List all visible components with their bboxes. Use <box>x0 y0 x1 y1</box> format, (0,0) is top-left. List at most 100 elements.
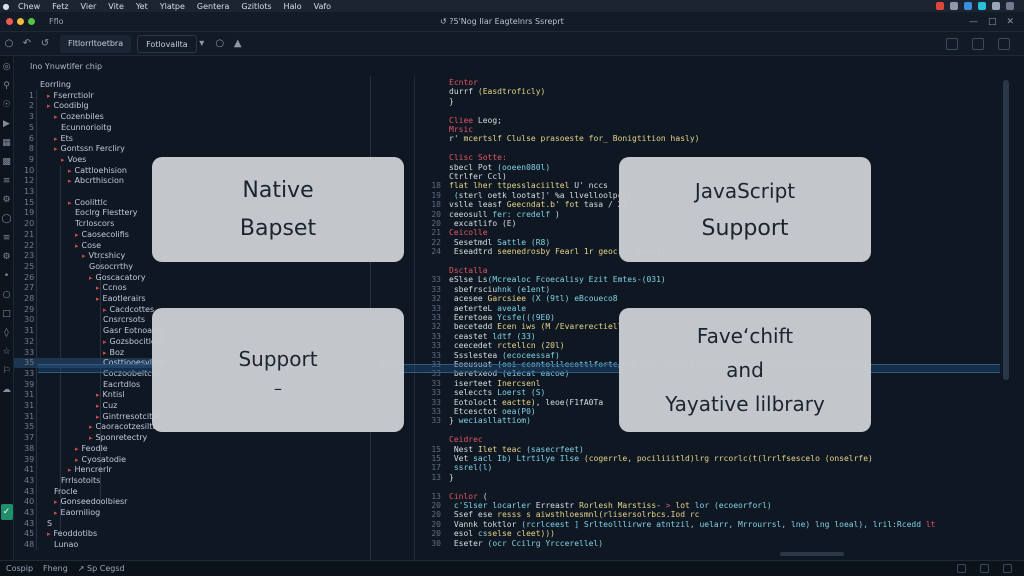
menu-item-1[interactable]: Fetz <box>46 2 74 11</box>
circle-icon[interactable]: ○ <box>211 38 229 49</box>
cloud-icon[interactable]: ☁ <box>2 385 11 395</box>
source-control-icon[interactable]: ☉ <box>2 100 10 110</box>
chevron-right-icon[interactable]: ▸ <box>75 456 79 464</box>
chevron-down-icon[interactable]: ▾ <box>193 38 211 49</box>
tree-item[interactable]: 5 Ecunnorioitg <box>14 123 400 133</box>
tree-item[interactable]: 6 ▸ Ets <box>14 134 400 144</box>
arrow-up-icon[interactable]: ▲ <box>229 38 247 49</box>
tree-item[interactable]: 8 ▸ Gontssn Fercliry <box>14 144 400 154</box>
debug-icon[interactable]: ▶ <box>3 119 10 129</box>
tree-item[interactable]: 37 ▸ Sponretectry <box>14 433 400 443</box>
menu-item-6[interactable]: Gentera <box>191 2 235 11</box>
checkmark-icon[interactable]: ✓ <box>0 504 13 520</box>
extensions-icon[interactable]: ▦ <box>2 138 11 148</box>
tab-secondary[interactable]: Fotlovallta <box>137 34 197 53</box>
chevron-right-icon[interactable]: ▸ <box>54 145 58 153</box>
window-max-icon[interactable]: □ <box>988 17 997 27</box>
menu-item-8[interactable]: Halo <box>278 2 308 11</box>
window-close-icon[interactable]: ✕ <box>1006 17 1014 27</box>
tray-red-icon[interactable] <box>936 2 944 10</box>
tree-item[interactable]: 27 ▸ Ccnos <box>14 283 400 293</box>
tree-item[interactable]: 38 ▸ Feodle <box>14 444 400 454</box>
notifications-icon[interactable] <box>957 564 966 573</box>
status-item-0[interactable]: Cospip <box>6 564 33 573</box>
chevron-right-icon[interactable]: ▸ <box>54 498 58 506</box>
chevron-right-icon[interactable]: ▸ <box>47 102 51 110</box>
feedback-icon[interactable] <box>980 564 989 573</box>
star-icon[interactable]: ☆ <box>2 347 10 357</box>
close-window-icon[interactable] <box>6 18 13 25</box>
status-item-2[interactable]: ↗ Sp Cegsd <box>78 564 125 573</box>
tag-icon[interactable]: ◊ <box>4 328 8 338</box>
chevron-right-icon[interactable]: ▸ <box>75 231 79 239</box>
forward-icon[interactable]: ↺ <box>36 38 54 49</box>
tree-item[interactable]: 3 ▸ Cozenbiles <box>14 112 400 122</box>
chevron-right-icon[interactable]: ▸ <box>54 135 58 143</box>
search-icon[interactable]: ⚲ <box>3 81 10 91</box>
minimize-window-icon[interactable] <box>17 18 24 25</box>
tree-item[interactable]: 39 ▸ Cyosatodie <box>14 455 400 465</box>
split-editor-icon[interactable] <box>946 37 958 50</box>
tree-item[interactable]: 43 ▸ Eaorniliog <box>14 508 400 518</box>
chevron-right-icon[interactable]: ▸ <box>96 284 100 292</box>
chevron-right-icon[interactable]: ▸ <box>96 413 100 421</box>
chevron-right-icon[interactable]: ▸ <box>82 252 86 260</box>
tree-item[interactable]: 2 ▸ Coodiblg <box>14 101 400 111</box>
tree-item[interactable]: 48 Lunao <box>14 540 400 550</box>
chevron-right-icon[interactable]: ▸ <box>47 92 51 100</box>
horizontal-scrollbar[interactable] <box>780 552 844 556</box>
tree-item[interactable]: 40 ▸ Gonseedoolbiesr <box>14 497 400 507</box>
pin-icon[interactable]: • <box>4 271 9 281</box>
account-icon[interactable]: ◯ <box>1 214 11 224</box>
menu-item-3[interactable]: Vite <box>102 2 130 11</box>
tree-item[interactable]: 1 ▸ Fserrctiolr <box>14 91 400 101</box>
chevron-right-icon[interactable]: ▸ <box>68 177 72 185</box>
gear-icon[interactable]: ⚙ <box>2 195 10 205</box>
sidebar-toggle-icon[interactable]: ○ <box>0 38 18 49</box>
chevron-right-icon[interactable]: ▸ <box>96 402 100 410</box>
tab-primary[interactable]: Fltlorrltoetbra <box>60 34 132 53</box>
chevron-right-icon[interactable]: ▸ <box>68 466 72 474</box>
tree-item[interactable]: Eorrling <box>14 80 400 90</box>
tree-item[interactable]: 41 ▸ Hencrerlr <box>14 465 400 475</box>
status-item-1[interactable]: Fheng <box>43 564 68 573</box>
flag-icon[interactable]: ⚐ <box>2 366 10 376</box>
chevron-right-icon[interactable]: ▸ <box>96 295 100 303</box>
chevron-right-icon[interactable]: ▸ <box>47 530 51 538</box>
grid-icon[interactable]: ▩ <box>2 157 11 167</box>
chevron-right-icon[interactable]: ▸ <box>103 338 107 346</box>
chevron-right-icon[interactable]: ▸ <box>96 391 100 399</box>
tree-item[interactable]: 25 Gosocrrthy <box>14 262 400 272</box>
folder-icon[interactable]: □ <box>2 309 11 319</box>
sync-icon[interactable] <box>1003 564 1012 573</box>
list-icon[interactable]: ≡ <box>3 233 11 243</box>
chevron-right-icon[interactable]: ▸ <box>68 167 72 175</box>
tree-item[interactable]: 43 S <box>14 519 400 529</box>
chevron-right-icon[interactable]: ▸ <box>75 242 79 250</box>
chevron-right-icon[interactable]: ▸ <box>89 434 93 442</box>
tray-gray-icon[interactable] <box>992 2 1000 10</box>
menu-item-4[interactable]: Yet <box>130 2 154 11</box>
bell-icon[interactable]: ○ <box>3 290 11 300</box>
tree-item[interactable]: 28 ▸ Eaotlerairs <box>14 294 400 304</box>
vertical-scrollbar[interactable] <box>1003 80 1009 380</box>
window-min-icon[interactable]: — <box>969 17 978 27</box>
menu-item-0[interactable]: Chew <box>12 2 46 11</box>
more-actions-icon[interactable] <box>998 37 1010 50</box>
menu-item-7[interactable]: Gzitlots <box>235 2 277 11</box>
chevron-right-icon[interactable]: ▸ <box>103 349 107 357</box>
terminal-icon[interactable]: ≡ <box>3 176 11 186</box>
apple-icon[interactable]: ● <box>0 2 12 11</box>
chevron-right-icon[interactable]: ▸ <box>89 423 93 431</box>
files-icon[interactable]: ◎ <box>3 62 11 72</box>
back-icon[interactable]: ↶ <box>18 38 36 49</box>
tree-item[interactable]: 45 ▸ Feoddotibs <box>14 529 400 539</box>
chevron-right-icon[interactable]: ▸ <box>68 199 72 207</box>
chevron-right-icon[interactable]: ▸ <box>54 113 58 121</box>
chevron-right-icon[interactable]: ▸ <box>54 509 58 517</box>
tree-item[interactable]: 26 ▸ Goscacatory <box>14 273 400 283</box>
menu-item-9[interactable]: Vafo <box>308 2 337 11</box>
tree-item[interactable]: 43 Frrlsotoits <box>14 476 400 486</box>
menu-item-5[interactable]: Ylatpe <box>154 2 191 11</box>
tray-wifi-icon[interactable] <box>1006 2 1014 10</box>
